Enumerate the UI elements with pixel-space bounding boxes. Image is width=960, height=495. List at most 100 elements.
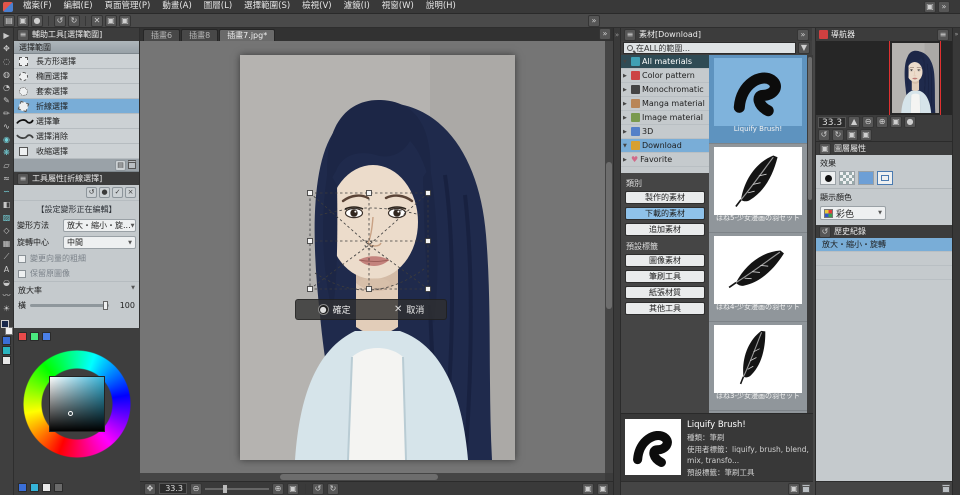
operation-tool-icon[interactable]: ▶ xyxy=(1,30,13,42)
category-downloaded-materials[interactable]: 下載的素材 xyxy=(625,207,705,220)
tree-expand-icon[interactable]: ▶ xyxy=(623,101,629,107)
actual-size-icon[interactable]: ● xyxy=(904,116,917,128)
foreground-color-chip[interactable] xyxy=(0,320,9,328)
navigator-preview[interactable] xyxy=(816,41,953,115)
commandbar-more-icon[interactable]: » xyxy=(588,14,600,27)
pen-tool-icon[interactable]: ✎ xyxy=(1,95,13,107)
panel-menu-icon[interactable]: ≡ xyxy=(17,172,29,185)
menu-filter[interactable]: 濾鏡(I) xyxy=(338,0,376,13)
scrollbar-thumb[interactable] xyxy=(279,474,438,480)
delete-history-icon[interactable] xyxy=(942,484,950,493)
pixel-preview-icon[interactable]: ▣ xyxy=(597,482,609,495)
rotate-right-icon[interactable]: ↻ xyxy=(832,129,844,141)
canvas-vertical-scrollbar[interactable] xyxy=(605,41,613,473)
tree-item-color-pattern[interactable]: ▶ Color pattern xyxy=(621,69,709,83)
border-effect-icon[interactable] xyxy=(820,171,836,185)
tree-expand-icon[interactable]: ▼ xyxy=(623,143,629,149)
tag-brush-tool[interactable]: 筆刷工具 xyxy=(625,270,705,283)
color-chip-white[interactable] xyxy=(2,356,11,365)
text-tool-icon[interactable]: A xyxy=(1,264,13,276)
subtool-group-header[interactable]: 選擇範圍 xyxy=(14,41,139,54)
fill-tool-icon[interactable]: ◧ xyxy=(1,199,13,211)
invert-selection-icon[interactable]: ▣ xyxy=(105,14,117,27)
canvas-horizontal-scrollbar[interactable] xyxy=(140,473,605,481)
collapse-panel-icon[interactable]: » xyxy=(615,31,619,39)
menu-page-manage[interactable]: 頁面管理(P) xyxy=(99,0,157,13)
pencil-tool-icon[interactable]: ✏ xyxy=(1,108,13,120)
category-add-material[interactable]: 追加素材 xyxy=(625,223,705,236)
panel-divider-strip[interactable]: » xyxy=(613,28,620,495)
scrollbar-thumb[interactable] xyxy=(606,161,612,309)
line-correction-tool-icon[interactable]: 〰 xyxy=(1,290,13,302)
menu-selection[interactable]: 選擇範圍(S) xyxy=(238,0,296,13)
document-tab-active[interactable]: 插畫7.jpg* xyxy=(219,29,276,41)
display-color-dropdown[interactable]: 彩色 ▼ xyxy=(820,206,886,220)
checkbox-icon[interactable] xyxy=(18,269,26,278)
zoom-in-icon[interactable]: ⊕ xyxy=(272,482,284,495)
redo-icon[interactable]: ↻ xyxy=(68,14,80,27)
tree-expand-icon[interactable]: ▼ xyxy=(623,59,629,65)
sv-cursor[interactable] xyxy=(68,411,73,416)
zoom-value[interactable]: 33.3 xyxy=(159,483,187,494)
color-slot-icon[interactable] xyxy=(30,483,39,492)
eraser-tool-icon[interactable]: ▱ xyxy=(1,160,13,172)
transform-method-dropdown[interactable]: 放大・縮小・旋... ▼ xyxy=(63,219,136,232)
lightbulb-tool-icon[interactable]: ☀ xyxy=(1,303,13,315)
hue-preset-icon[interactable] xyxy=(18,332,27,341)
delete-material-icon[interactable] xyxy=(802,484,810,493)
fit-screen-icon[interactable]: ▣ xyxy=(890,116,903,128)
history-title[interactable]: 歷史紀錄 xyxy=(834,226,866,237)
material-item-feather4[interactable]: はね4-少女漫画の羽セット xyxy=(709,233,807,322)
transform-mesh-overlay[interactable] xyxy=(240,55,515,460)
canvas-viewport[interactable]: ● 確定 ✕ 取消 xyxy=(140,41,605,473)
tree-item-all-materials[interactable]: ▼ All materials xyxy=(621,55,709,69)
background-color-chip[interactable] xyxy=(4,327,13,335)
subtool-item-rectangle[interactable]: 長方形選擇 xyxy=(14,54,139,69)
tag-image-material[interactable]: 圖像素材 xyxy=(625,254,705,267)
scrollbar-thumb[interactable] xyxy=(808,57,812,201)
paste-material-icon[interactable]: ▣ xyxy=(788,482,800,495)
undo-icon[interactable]: ↺ xyxy=(54,14,66,27)
frame-border-tool-icon[interactable]: ▦ xyxy=(1,238,13,250)
tree-expand-icon[interactable]: ▶ xyxy=(623,87,629,93)
selection-tool-icon[interactable]: ◌ xyxy=(1,56,13,68)
auto-select-tool-icon[interactable]: ◍ xyxy=(1,69,13,81)
tree-item-favorite[interactable]: ▶ ♥ Favorite xyxy=(621,153,709,167)
color-slot-icon[interactable] xyxy=(54,483,63,492)
menu-view[interactable]: 檢視(V) xyxy=(296,0,337,13)
menu-animation[interactable]: 動畫(A) xyxy=(156,0,197,13)
history-tab-icon[interactable]: ↺ xyxy=(819,225,831,238)
blend-tool-icon[interactable]: ≈ xyxy=(1,173,13,185)
subtool-item-erase-selection[interactable]: 選擇消除 xyxy=(14,129,139,144)
chevron-down-icon[interactable]: ▼ xyxy=(131,285,135,296)
menu-window[interactable]: 視窗(W) xyxy=(376,0,420,13)
transform-undo-icon[interactable]: ↺ xyxy=(86,187,97,198)
transform-cancel-icon[interactable]: × xyxy=(125,187,136,198)
hue-preset-icon[interactable] xyxy=(30,332,39,341)
subtool-panel-title[interactable]: 輔助工具[選擇範圍] xyxy=(32,29,102,40)
slider-knob[interactable] xyxy=(103,301,108,310)
vector-thickness-checkbox-row[interactable]: 變更向量的粗細 xyxy=(14,251,139,266)
tree-item-3d[interactable]: ▶ 3D xyxy=(621,125,709,139)
history-item-scale-rotate[interactable]: 放大・縮小・旋轉 xyxy=(816,238,953,252)
tool-property-title[interactable]: 工具屬性[折線選擇] xyxy=(32,173,102,184)
subtool-item-selection-pen[interactable]: 選擇筆 xyxy=(14,114,139,129)
brush-tool-icon[interactable]: ∿ xyxy=(1,121,13,133)
color-chip-blue[interactable] xyxy=(2,336,11,345)
scale-value[interactable]: 100 xyxy=(113,301,135,310)
tag-paper-texture[interactable]: 紙張材質 xyxy=(625,286,705,299)
add-subtool-icon[interactable]: ▤ xyxy=(115,160,126,171)
zoom-slider[interactable] xyxy=(205,484,269,493)
expand-panels-icon[interactable]: » xyxy=(953,31,960,38)
menubar-more-icon[interactable]: » xyxy=(938,0,950,13)
tree-expand-icon[interactable]: ▶ xyxy=(623,157,629,163)
ruler-tool-icon[interactable]: ⟋ xyxy=(1,251,13,263)
new-file-icon[interactable]: ▤ xyxy=(3,14,15,27)
panel-menu-icon[interactable]: ≡ xyxy=(17,28,29,41)
menu-layer[interactable]: 圖層(L) xyxy=(198,0,238,13)
color-chip-teal[interactable] xyxy=(2,346,11,355)
grid-toggle-icon[interactable]: ▣ xyxy=(119,14,131,27)
tab-list-icon[interactable]: » xyxy=(599,28,611,40)
workspace-icon[interactable]: ▣ xyxy=(924,0,936,13)
zoom-out-icon[interactable]: ⊖ xyxy=(862,116,875,128)
